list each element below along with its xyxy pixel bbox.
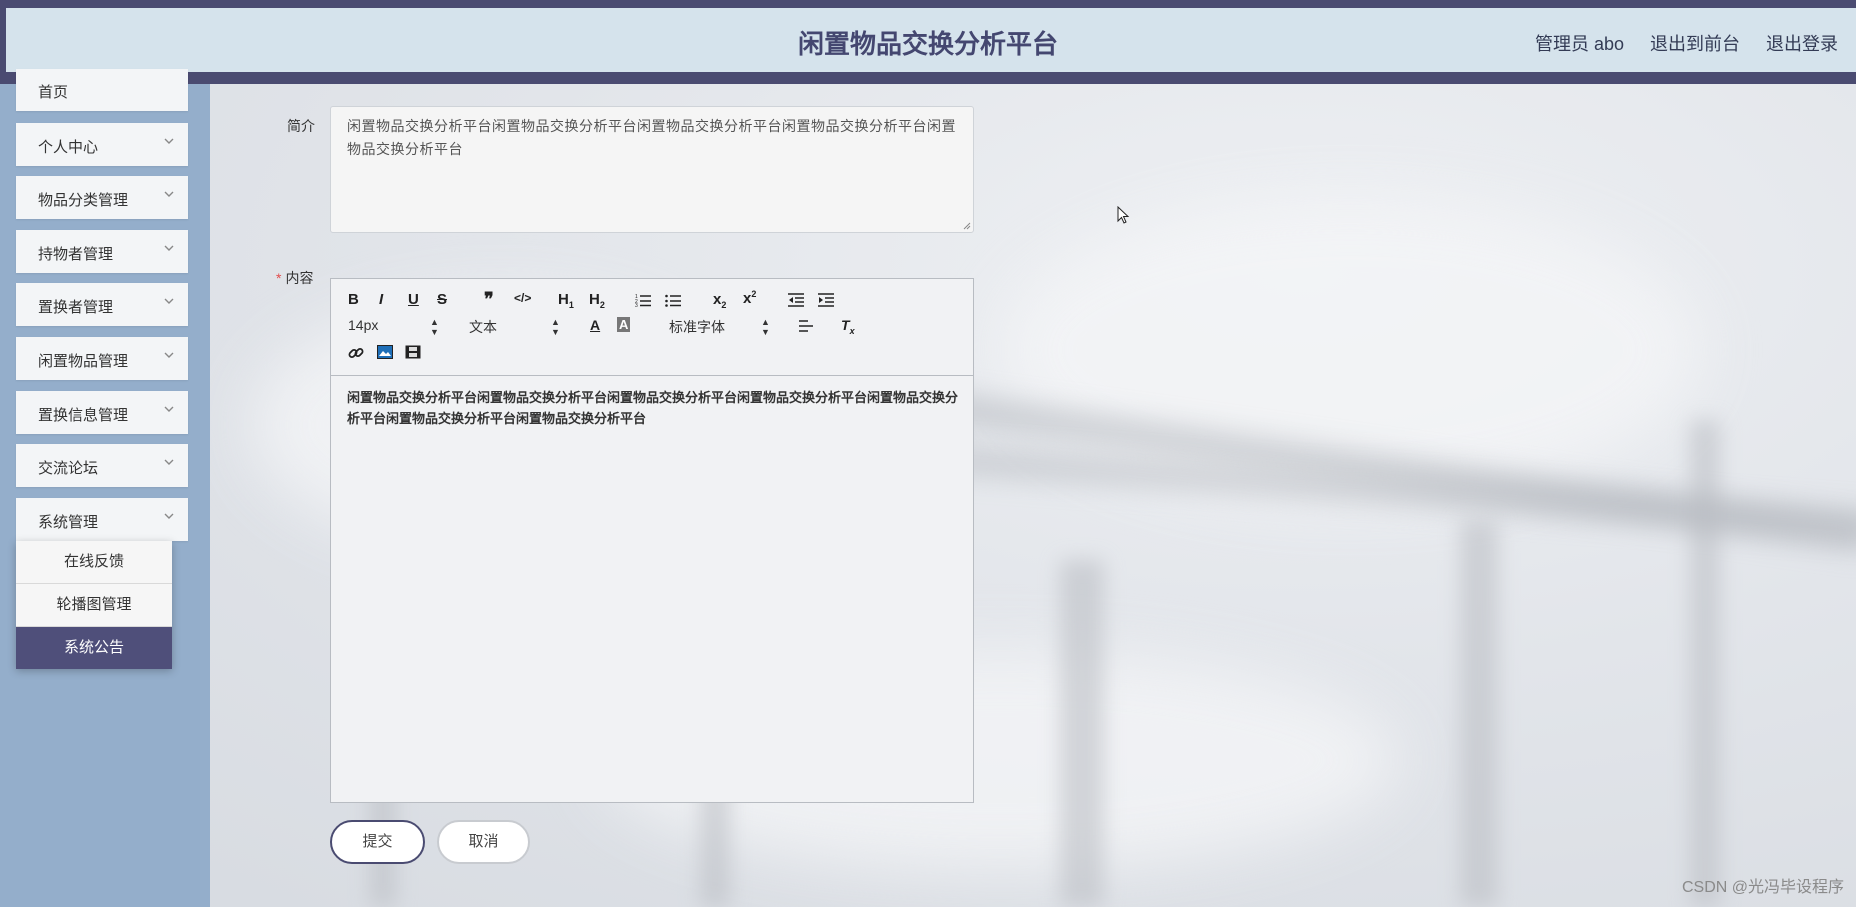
bullet-list-icon[interactable]: [665, 293, 681, 307]
outdent-icon[interactable]: [788, 293, 804, 307]
chevron-down-icon: [164, 352, 174, 358]
block-format-value: 文本: [469, 319, 497, 335]
content-label: 内容: [285, 270, 314, 286]
select-arrows-icon: ▲ ▼: [430, 317, 439, 337]
sidebar-item-label: 物品分类管理: [38, 192, 129, 209]
intro-label: 简介: [287, 118, 315, 134]
svg-text:3: 3: [635, 303, 638, 307]
sidebar-item-label: 系统管理: [38, 514, 99, 531]
system-management-submenu: 在线反馈 轮播图管理 系统公告: [16, 541, 172, 669]
header-links: 管理员 abo 退出到前台 退出登录: [1535, 30, 1838, 56]
cancel-button[interactable]: 取消: [437, 820, 530, 864]
submenu-item-announcement[interactable]: 系统公告: [16, 627, 172, 669]
background-color-icon[interactable]: A: [617, 317, 631, 332]
sidebar-item-label: 首页: [38, 84, 69, 101]
watermark: CSDN @光冯毕设程序: [1681, 879, 1844, 896]
font-family-value: 标准字体: [669, 319, 725, 335]
sidebar-item-label: 个人中心: [38, 139, 99, 156]
strikethrough-icon[interactable]: S: [437, 291, 447, 308]
heading-2-icon[interactable]: H2: [589, 291, 605, 310]
required-mark: *: [276, 270, 282, 286]
chevron-down-icon: [164, 513, 174, 519]
chevron-down-icon: [164, 138, 174, 144]
video-icon[interactable]: [405, 345, 421, 359]
superscript-icon[interactable]: x2: [743, 289, 756, 307]
sidebar-item-label: 闲置物品管理: [38, 353, 129, 370]
editor-toolbar: B I U S ❞ </> H1 H2 123 x2 x2 14px ▲ ▼ 文本…: [331, 279, 973, 376]
submit-button[interactable]: 提交: [330, 820, 425, 864]
resize-grip-icon[interactable]: [963, 222, 971, 230]
indent-icon[interactable]: [818, 293, 834, 307]
editor-content[interactable]: 闲置物品交换分析平台闲置物品交换分析平台闲置物品交换分析平台闲置物品交换分析平台…: [347, 387, 959, 429]
select-arrows-icon: ▲ ▼: [761, 317, 770, 337]
ordered-list-icon[interactable]: 123: [635, 293, 651, 307]
content-label-row: * 内容: [276, 268, 313, 288]
exit-to-frontend-link[interactable]: 退出到前台: [1650, 30, 1740, 56]
font-size-value: 14px: [348, 317, 379, 333]
sidebar-item-personal-center[interactable]: 个人中心: [16, 123, 188, 166]
sidebar-item-idle-goods-management[interactable]: 闲置物品管理: [16, 337, 188, 380]
underline-icon[interactable]: U: [408, 291, 419, 308]
mouse-cursor-icon: [1117, 206, 1130, 224]
chevron-down-icon: [164, 191, 174, 197]
subscript-icon[interactable]: x2: [713, 291, 726, 310]
chevron-down-icon: [164, 298, 174, 304]
chevron-down-icon: [164, 459, 174, 465]
font-color-icon[interactable]: A: [590, 317, 600, 333]
sidebar-item-label: 持物者管理: [38, 246, 114, 263]
submenu-item-feedback[interactable]: 在线反馈: [16, 541, 172, 584]
select-arrows-icon: ▲ ▼: [551, 317, 560, 337]
sidebar-item-holder-management[interactable]: 持物者管理: [16, 230, 188, 273]
code-block-icon[interactable]: </>: [514, 291, 531, 305]
sidebar-item-label: 置换者管理: [38, 299, 114, 316]
bold-icon[interactable]: B: [348, 291, 359, 308]
sidebar-item-system-management[interactable]: 系统管理: [16, 498, 188, 541]
sidebar-item-category-management[interactable]: 物品分类管理: [16, 176, 188, 219]
chevron-down-icon: [164, 245, 174, 251]
font-size-select[interactable]: 14px ▲ ▼: [348, 317, 439, 337]
rich-text-editor[interactable]: B I U S ❞ </> H1 H2 123 x2 x2 14px ▲ ▼ 文本…: [330, 278, 974, 803]
sidebar-item-label: 交流论坛: [38, 460, 99, 477]
chevron-down-icon: [164, 406, 174, 412]
italic-icon[interactable]: I: [379, 291, 383, 308]
intro-textarea[interactable]: 闲置物品交换分析平台闲置物品交换分析平台闲置物品交换分析平台闲置物品交换分析平台…: [330, 106, 974, 233]
submenu-item-carousel[interactable]: 轮播图管理: [16, 584, 172, 627]
admin-user-link[interactable]: 管理员 abo: [1535, 30, 1624, 56]
logout-link[interactable]: 退出登录: [1766, 30, 1838, 56]
blockquote-icon[interactable]: ❞: [484, 289, 494, 310]
font-family-select[interactable]: 标准字体 ▲ ▼: [669, 317, 770, 337]
intro-text: 闲置物品交换分析平台闲置物品交换分析平台闲置物品交换分析平台闲置物品交换分析平台…: [347, 118, 956, 157]
align-left-icon[interactable]: [799, 320, 813, 333]
sidebar-item-home[interactable]: 首页: [16, 69, 188, 111]
heading-1-icon[interactable]: H1: [558, 291, 574, 310]
link-icon[interactable]: [348, 345, 364, 361]
clear-format-icon[interactable]: Tx: [841, 317, 855, 336]
sidebar-item-exchanger-management[interactable]: 置换者管理: [16, 283, 188, 326]
sidebar-item-label: 置换信息管理: [38, 407, 129, 424]
image-icon[interactable]: [377, 345, 393, 359]
sidebar-item-exchange-info-management[interactable]: 置换信息管理: [16, 391, 188, 434]
sidebar-item-forum[interactable]: 交流论坛: [16, 444, 188, 487]
block-format-select[interactable]: 文本 ▲ ▼: [469, 317, 560, 337]
